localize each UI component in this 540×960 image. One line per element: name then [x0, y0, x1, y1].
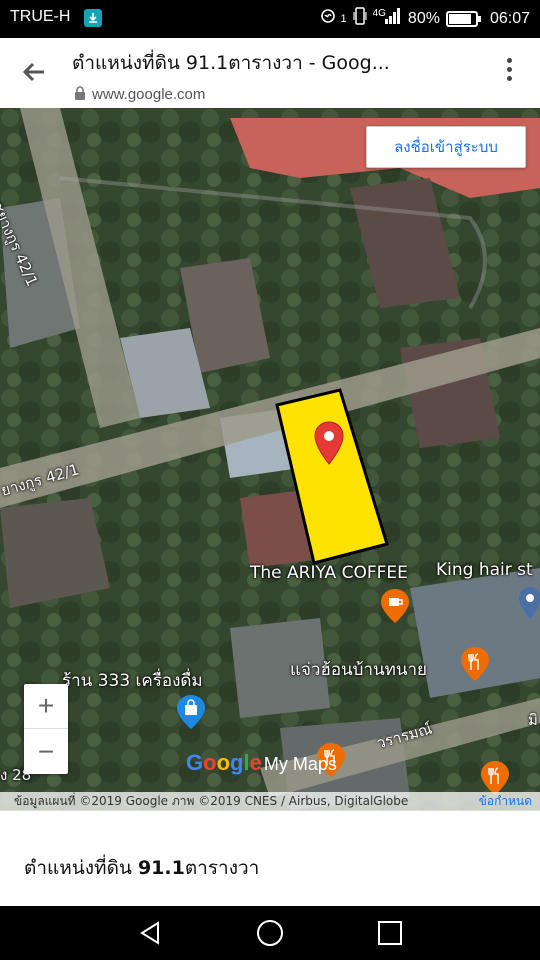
- nav-recents-icon[interactable]: [376, 919, 404, 947]
- poi-hair-label[interactable]: King hair st: [436, 560, 533, 580]
- poi-coffee-label[interactable]: The ARIYA COFFEE: [250, 563, 408, 583]
- navigation-bar: [0, 906, 540, 960]
- zoom-out-button[interactable]: −: [24, 729, 68, 774]
- browser-header: ตำแหน่งที่ดิน 91.1ตารางวา - Goog... www.…: [0, 38, 540, 108]
- sign-in-button[interactable]: ลงชื่อเข้าสู่ระบบ: [366, 126, 526, 168]
- url-bar[interactable]: www.google.com: [74, 85, 205, 104]
- lock-icon: [74, 85, 86, 104]
- signal-icon: [384, 8, 402, 29]
- more-vert-icon[interactable]: [504, 58, 514, 86]
- nav-home-icon[interactable]: [256, 919, 284, 947]
- phone-vibrate-icon: [352, 7, 367, 30]
- title-suffix: ตารางวา: [184, 857, 260, 879]
- page-title: ตำแหน่งที่ดิน 91.1ตารางวา - Goog...: [72, 52, 390, 74]
- poi-restaurant-label[interactable]: แจ่วฮ้อนบ้านทนาย: [290, 656, 427, 683]
- restaurant-icon[interactable]: [460, 646, 490, 686]
- back-arrow-icon[interactable]: [18, 56, 50, 88]
- zoom-in-button[interactable]: +: [24, 684, 68, 729]
- location-marker-icon[interactable]: [518, 586, 540, 624]
- vibrate-icon: [318, 8, 340, 29]
- title-number: 91.1: [137, 857, 185, 879]
- satellite-imagery: [0, 108, 540, 810]
- zoom-control: + −: [24, 684, 68, 774]
- title-prefix: ตำแหน่งที่ดิน: [24, 857, 138, 879]
- poi-shop-label[interactable]: ร้าน 333 เครื่องดื่ม: [62, 667, 203, 694]
- download-icon: [84, 9, 102, 27]
- edge-label-right: มิ: [528, 711, 538, 729]
- carrier-label: TRUE-H: [10, 8, 71, 25]
- logo-suffix: My Maps: [263, 754, 337, 774]
- status-bar: TRUE-H 1 4G 80% 06:07: [0, 0, 540, 38]
- map-view[interactable]: ลงชื่อเข้าสู่ระบบ ซอย ชยางกูร 42/1 ยางกู…: [0, 108, 540, 810]
- battery-icon: [445, 10, 481, 27]
- sim-slot: 1: [340, 12, 347, 25]
- clock: 06:07: [489, 9, 530, 27]
- terms-link[interactable]: ข้อกำหนด: [479, 792, 532, 811]
- battery-percent: 80%: [407, 9, 440, 27]
- place-title: ตำแหน่งที่ดิน 91.1ตารางวา: [24, 853, 259, 883]
- attribution-text: ข้อมูลแผนที่ ©2019 Google ภาพ ©2019 CNES…: [14, 793, 409, 808]
- map-attribution: ข้อมูลแผนที่ ©2019 Google ภาพ ©2019 CNES…: [0, 792, 540, 810]
- location-pin-icon[interactable]: [313, 420, 345, 472]
- google-my-maps-logo: Google My Maps: [186, 750, 337, 775]
- nav-back-icon[interactable]: [136, 919, 164, 947]
- coffee-icon[interactable]: [380, 588, 410, 628]
- info-panel[interactable]: ตำแหน่งที่ดิน 91.1ตารางวา: [0, 810, 540, 906]
- url-text: www.google.com: [92, 86, 206, 103]
- shopping-icon[interactable]: [176, 694, 206, 734]
